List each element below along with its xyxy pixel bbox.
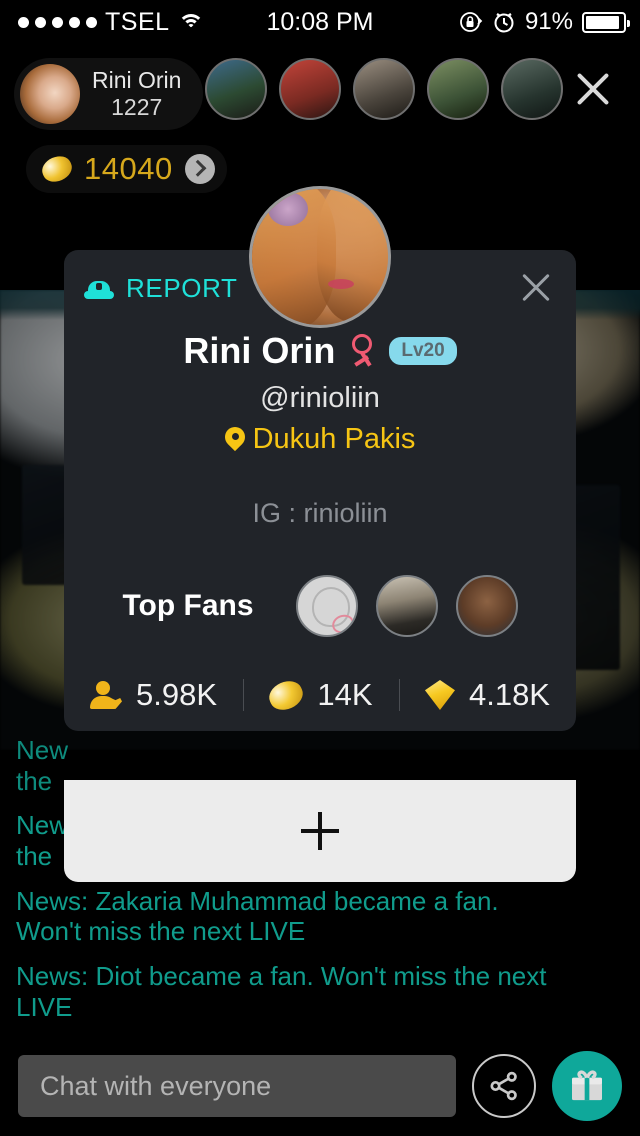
- diamond-icon: [424, 680, 455, 710]
- chat-message: News: Diot became a fan. Won't miss the …: [16, 961, 547, 1022]
- viewer-avatar[interactable]: [427, 58, 489, 120]
- chat-input-placeholder: Chat with everyone: [40, 1070, 272, 1101]
- level-badge: Lv20: [389, 337, 457, 365]
- host-name: Rini Orin: [92, 66, 182, 93]
- viewer-avatar[interactable]: [353, 58, 415, 120]
- stat-fans-value: 5.98K: [136, 677, 218, 712]
- status-bar-right: 91%: [459, 8, 630, 36]
- battery-icon: [582, 11, 630, 33]
- fan-person-icon: [90, 681, 122, 709]
- gift-icon: [572, 1070, 602, 1101]
- host-profile-pill[interactable]: Rini Orin 1227: [14, 58, 204, 130]
- host-avatar[interactable]: [20, 64, 80, 124]
- alarm-clock-icon: [494, 13, 514, 33]
- profile-location: Dukuh Pakis: [64, 423, 576, 456]
- top-fans-row: Top Fans: [64, 575, 576, 637]
- report-button[interactable]: REPORT: [84, 273, 237, 304]
- viewer-stories-list[interactable]: [205, 58, 563, 120]
- battery-percent-label: 91%: [524, 8, 573, 35]
- close-profile-card-button[interactable]: [514, 266, 558, 310]
- top-fan-avatar-2[interactable]: [375, 575, 438, 637]
- share-icon: [490, 1071, 517, 1101]
- profile-handle: @rinioliin: [260, 382, 380, 414]
- profile-avatar[interactable]: [249, 186, 391, 328]
- send-gift-button[interactable]: [552, 1051, 622, 1121]
- report-label: REPORT: [126, 272, 238, 303]
- top-fan-avatar-1[interactable]: [295, 575, 358, 637]
- coin-value: 14040: [84, 151, 173, 186]
- chevron-right-icon[interactable]: [184, 154, 215, 184]
- stat-coins-value: 14K: [317, 677, 373, 712]
- police-cap-icon: [84, 277, 114, 299]
- viewer-avatar[interactable]: [279, 58, 341, 120]
- live-stream-screen: TSEL 10:08 PM 91% Rini Orin 1227 14040 N…: [0, 0, 640, 1136]
- stat-diamonds: 4.18K: [399, 677, 576, 713]
- coin-icon: [265, 675, 308, 715]
- bottom-action-bar: Chat with everyone: [0, 1036, 640, 1136]
- stat-fans: 5.98K: [64, 677, 243, 713]
- coin-counter[interactable]: 14040: [26, 145, 227, 193]
- host-bar: Rini Orin 1227: [14, 58, 204, 130]
- stat-coins: 14K: [243, 675, 398, 715]
- female-gender-icon: [349, 334, 375, 368]
- top-fan-avatar-3[interactable]: [455, 575, 518, 637]
- host-viewer-id: 1227: [111, 94, 163, 120]
- profile-location-label: Dukuh Pakis: [252, 423, 416, 455]
- top-fans-label: Top Fans: [122, 589, 254, 622]
- profile-stats-row: 5.98K 14K 4.18K: [64, 675, 576, 715]
- profile-display-name: Rini Orin: [183, 330, 336, 371]
- action-sheet-panel: [64, 780, 576, 882]
- viewer-avatar[interactable]: [205, 58, 267, 120]
- profile-card: REPORT Rini Orin Lv20 @rinioliin Dukuh P…: [64, 186, 576, 731]
- stat-diamonds-value: 4.18K: [468, 677, 550, 712]
- rotation-lock-icon: [460, 12, 483, 32]
- chat-message: News: Zakaria Muhammad became a fan. Won…: [16, 885, 499, 947]
- profile-name-row: Rini Orin Lv20: [64, 330, 576, 372]
- coin-icon: [38, 151, 76, 187]
- viewer-avatar[interactable]: [501, 58, 563, 120]
- location-pin-icon: [225, 427, 245, 453]
- share-button[interactable]: [472, 1054, 536, 1118]
- status-bar: TSEL 10:08 PM 91%: [0, 0, 640, 44]
- profile-ig-line: IG : rinioliin: [252, 498, 388, 528]
- host-meta: Rini Orin 1227: [92, 67, 181, 121]
- chat-input[interactable]: Chat with everyone: [18, 1055, 456, 1117]
- close-broadcast-button[interactable]: [566, 62, 620, 116]
- plus-icon[interactable]: [301, 812, 339, 850]
- chat-message-line: New: [16, 735, 69, 765]
